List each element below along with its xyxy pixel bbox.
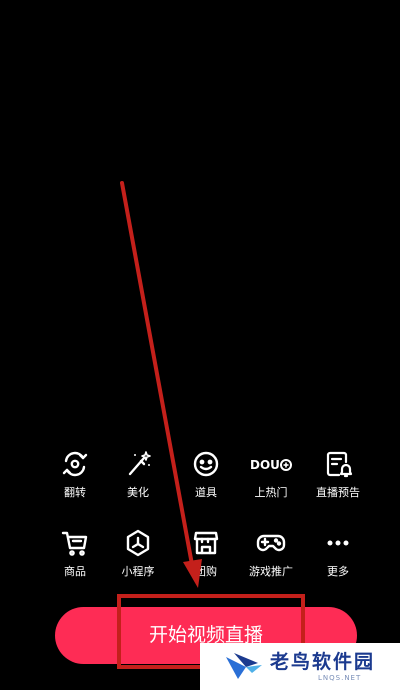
gamepad-icon <box>255 527 287 559</box>
tool-grid-row-1: 翻转 美化 道具 DOU 上热门 直播预告 <box>0 448 400 508</box>
flip-camera-label: 翻转 <box>64 486 86 499</box>
game-promotion-button[interactable]: 游戏推广 <box>236 527 306 587</box>
live-notice-label: 直播预告 <box>316 486 360 499</box>
svg-text:DOU: DOU <box>250 458 280 472</box>
game-promotion-label: 游戏推广 <box>249 565 293 578</box>
site-watermark: 老鸟软件园 LNQS.NET <box>200 643 400 690</box>
live-notice-button[interactable]: 直播预告 <box>303 448 373 508</box>
promote-button[interactable]: DOU 上热门 <box>236 448 306 508</box>
props-button[interactable]: 道具 <box>171 448 241 508</box>
beautify-label: 美化 <box>127 486 149 499</box>
more-button[interactable]: 更多 <box>303 527 373 587</box>
watermark-subtitle: LNQS.NET <box>318 674 362 682</box>
watermark-title: 老鸟软件园 <box>270 651 376 673</box>
products-button[interactable]: 商品 <box>40 527 110 587</box>
props-label: 道具 <box>195 486 217 499</box>
promote-label: 上热门 <box>254 486 288 499</box>
bird-logo-icon <box>226 653 262 679</box>
mini-program-label: 小程序 <box>121 565 155 578</box>
smiley-face-icon <box>190 448 222 480</box>
flip-camera-button[interactable]: 翻转 <box>40 448 110 508</box>
tool-grid-row-2: 商品 小程序 团购 游戏推广 更多 <box>0 527 400 587</box>
live-notice-icon <box>322 448 354 480</box>
mini-program-button[interactable]: 小程序 <box>103 527 173 587</box>
flip-camera-icon <box>59 448 91 480</box>
live-setup-screen: 翻转 美化 道具 DOU 上热门 直播预告 商品 小程序 团购 游戏推广 更多 … <box>0 0 400 690</box>
more-label: 更多 <box>327 565 349 578</box>
storefront-icon <box>190 527 222 559</box>
magic-wand-icon <box>122 448 154 480</box>
group-buy-button[interactable]: 团购 <box>171 527 241 587</box>
mini-program-icon <box>122 527 154 559</box>
products-label: 商品 <box>64 565 86 578</box>
more-dots-icon <box>322 527 354 559</box>
shopping-cart-icon <box>59 527 91 559</box>
dou-plus-icon: DOU <box>250 448 292 480</box>
beautify-button[interactable]: 美化 <box>103 448 173 508</box>
group-buy-label: 团购 <box>195 565 217 578</box>
